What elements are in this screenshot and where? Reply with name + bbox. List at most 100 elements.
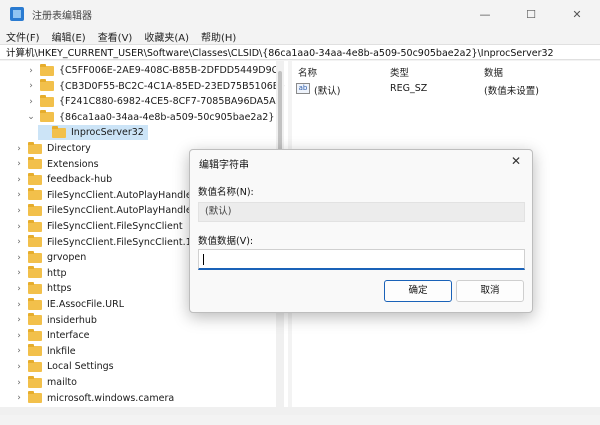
tree-item[interactable]: › feedback-hub <box>14 172 112 187</box>
tree-item-label: Interface <box>47 330 90 342</box>
chevron-right-icon[interactable]: › <box>14 393 24 403</box>
tree-item[interactable]: › FileSyncClient.FileSyncClient.1 <box>14 235 192 250</box>
chevron-down-icon[interactable]: ⌄ <box>26 112 36 122</box>
folder-icon <box>28 172 42 185</box>
chevron-right-icon[interactable]: › <box>14 190 24 200</box>
tree-item-label: Extensions <box>47 158 99 170</box>
tree-item[interactable]: › Interface <box>14 328 90 343</box>
tree-item-label: lnkfile <box>47 345 76 357</box>
chevron-right-icon[interactable]: › <box>14 175 24 185</box>
tree-item-label: {C5FF006E-2AE9-408C-B85B-2DFDD5449D9C} <box>59 65 285 76</box>
tree-item[interactable]: › grvopen <box>14 250 86 265</box>
folder-icon <box>28 359 42 372</box>
horizontal-scrollbar[interactable] <box>0 407 600 415</box>
menu-edit[interactable]: 编辑(E) <box>52 29 86 44</box>
tree-item-label: Local Settings <box>47 361 114 373</box>
chevron-right-icon[interactable]: › <box>14 253 24 263</box>
menu-favorites[interactable]: 收藏夹(A) <box>144 29 189 44</box>
chevron-right-icon[interactable]: › <box>26 97 36 107</box>
chevron-right-icon[interactable]: › <box>26 81 36 91</box>
tree-item-label: mailto <box>47 377 77 388</box>
text-caret <box>203 254 204 265</box>
folder-icon <box>40 110 54 123</box>
tree-item-label: FileSyncClient.FileSyncClient <box>47 221 183 232</box>
chevron-right-icon[interactable]: › <box>14 346 24 356</box>
folder-icon <box>52 125 66 138</box>
column-header-name[interactable]: 名称 <box>298 65 317 79</box>
tree-item[interactable]: › lnkfile <box>14 344 76 359</box>
tree-item[interactable]: InprocServer32 <box>38 125 148 141</box>
chevron-right-icon[interactable]: › <box>14 159 24 169</box>
folder-icon <box>28 250 42 263</box>
tree-item-label: InprocServer32 <box>71 127 144 139</box>
minimize-button[interactable]: — <box>462 0 508 28</box>
tree-item[interactable]: ⌄ {86ca1aa0-34aa-4e8b-a509-50c905bae2a2} <box>26 110 274 125</box>
window-controls: — ☐ ✕ <box>462 0 600 28</box>
folder-icon <box>28 344 42 357</box>
chevron-right-icon[interactable]: › <box>14 237 24 247</box>
tree-item-label: FileSyncClient.AutoPlayHandler <box>47 205 196 217</box>
ok-button[interactable]: 确定 <box>384 280 452 302</box>
tree-item-label: microsoft.windows.camera <box>47 392 175 404</box>
string-value-icon: ab <box>296 83 310 94</box>
value-data-label: 数值数据(V): <box>198 236 254 247</box>
value-row[interactable]: ab (默认) REG_SZ (数值未设置) <box>292 81 600 97</box>
chevron-right-icon[interactable]: › <box>14 315 24 325</box>
folder-icon <box>40 63 54 76</box>
folder-icon <box>28 313 42 326</box>
folder-icon <box>28 375 42 388</box>
dialog-close-button[interactable]: ✕ <box>506 152 526 170</box>
tree-item[interactable]: › Extensions <box>14 157 99 172</box>
chevron-right-icon[interactable]: › <box>26 66 36 76</box>
value-data-input[interactable] <box>198 249 525 270</box>
tree-item[interactable]: › FileSyncClient.FileSyncClient <box>14 219 183 234</box>
tree-item[interactable]: › http <box>14 266 67 281</box>
cancel-button[interactable]: 取消 <box>456 280 524 302</box>
tree-item[interactable]: › microsoft.windows.camera <box>14 391 174 406</box>
maximize-button[interactable]: ☐ <box>508 0 554 28</box>
folder-icon <box>28 203 42 216</box>
folder-icon <box>28 141 42 154</box>
folder-icon <box>28 157 42 170</box>
tree-item[interactable]: › FileSyncClient.AutoPlayHandler <box>14 203 196 218</box>
folder-icon <box>28 297 42 310</box>
window-title: 注册表编辑器 <box>32 10 92 22</box>
tree-item[interactable]: › {F241C880-6982-4CE5-8CF7-7085BA96DA5A} <box>26 94 282 109</box>
chevron-right-icon[interactable]: › <box>14 378 24 388</box>
tree-item-label: https <box>47 283 72 295</box>
column-header-data[interactable]: 数据 <box>484 65 503 79</box>
tree-item-label: feedback-hub <box>47 174 113 186</box>
tree-item[interactable]: › {CB3D0F55-BC2C-4C1A-85ED-23ED75B5106B} <box>26 79 285 94</box>
tree-item[interactable]: › https <box>14 281 71 296</box>
chevron-right-icon[interactable]: › <box>14 206 24 216</box>
tree-item-label: {86ca1aa0-34aa-4e8b-a509-50c905bae2a2} <box>59 111 275 123</box>
chevron-right-icon[interactable]: › <box>14 284 24 294</box>
tree-item[interactable]: › insiderhub <box>14 313 97 328</box>
value-name: (默认) <box>314 86 341 97</box>
menu-file[interactable]: 文件(F) <box>6 29 40 44</box>
chevron-right-icon[interactable]: › <box>14 268 24 278</box>
menu-help[interactable]: 帮助(H) <box>201 29 236 44</box>
tree-item[interactable]: › {C5FF006E-2AE9-408C-B85B-2DFDD5449D9C} <box>26 63 284 78</box>
value-data: (数值未设置) <box>484 86 539 97</box>
tree-item-label: http <box>47 267 67 279</box>
chevron-right-icon[interactable]: › <box>14 362 24 372</box>
column-header-type[interactable]: 类型 <box>390 65 409 79</box>
address-bar[interactable]: 计算机\HKEY_CURRENT_USER\Software\Classes\C… <box>0 44 600 60</box>
tree-item-label: IE.AssocFile.URL <box>47 299 125 310</box>
tree-item[interactable]: › Directory <box>14 141 91 156</box>
menu-bar: 文件(F) 编辑(E) 查看(V) 收藏夹(A) 帮助(H) <box>0 28 600 44</box>
folder-icon <box>28 219 42 232</box>
value-name-field: (默认) <box>198 202 525 222</box>
tree-item[interactable]: › IE.AssocFile.URL <box>14 297 124 312</box>
tree-item-label: insiderhub <box>47 314 97 326</box>
menu-view[interactable]: 查看(V) <box>98 29 133 44</box>
chevron-right-icon[interactable]: › <box>14 222 24 232</box>
chevron-right-icon[interactable]: › <box>14 331 24 341</box>
close-button[interactable]: ✕ <box>554 0 600 28</box>
tree-item[interactable]: › FileSyncClient.AutoPlayHandler <box>14 188 196 203</box>
chevron-right-icon[interactable]: › <box>14 300 24 310</box>
tree-item[interactable]: › mailto <box>14 375 77 390</box>
chevron-right-icon[interactable]: › <box>14 144 24 154</box>
tree-item[interactable]: › Local Settings <box>14 359 114 374</box>
